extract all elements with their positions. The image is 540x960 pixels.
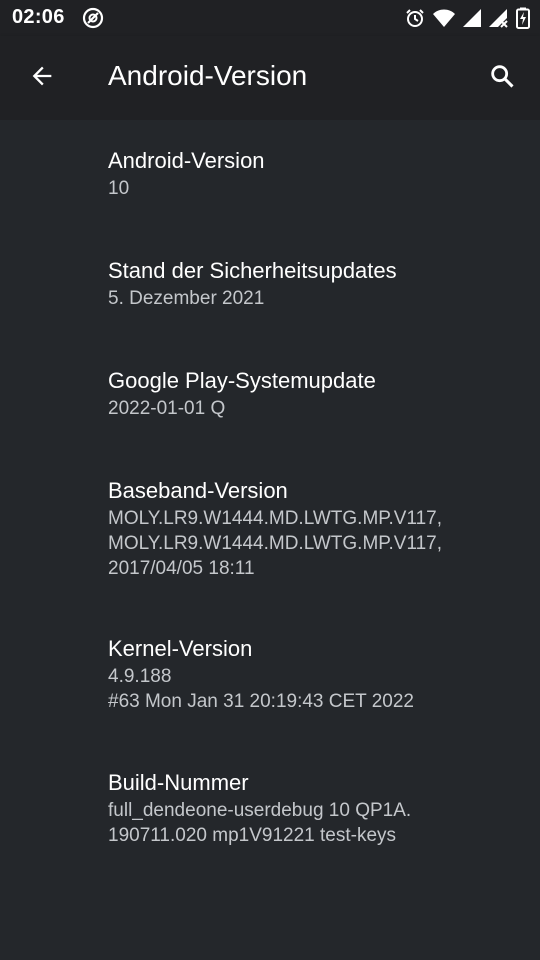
signal-x-icon bbox=[488, 7, 510, 29]
pref-summary: full_dendeone-userdebug 10 QP1A. 190711.… bbox=[108, 800, 412, 846]
pref-build-number[interactable]: Build-Nummer full_dendeone-userdebug 10 … bbox=[108, 768, 508, 848]
arrow-back-icon bbox=[28, 62, 56, 95]
search-button[interactable] bbox=[480, 56, 524, 100]
at-sign-icon bbox=[82, 7, 104, 29]
pref-android-version[interactable]: Android-Version 10 bbox=[108, 146, 508, 201]
pref-summary: 4.9.188 #63 Mon Jan 31 20:19:43 CET 2022 bbox=[108, 666, 414, 712]
pref-summary: 5. Dezember 2021 bbox=[108, 288, 265, 309]
back-button[interactable] bbox=[20, 56, 64, 100]
pref-title: Baseband-Version bbox=[108, 478, 288, 503]
pref-title: Android-Version bbox=[108, 148, 265, 173]
pref-summary: 10 bbox=[108, 178, 130, 199]
alarm-icon bbox=[404, 7, 426, 29]
pref-kernel-version[interactable]: Kernel-Version 4.9.188 #63 Mon Jan 31 20… bbox=[108, 634, 508, 714]
pref-title: Stand der Sicherheitsupdates bbox=[108, 258, 397, 283]
preference-list: Android-Version 10 Stand der Sicherheits… bbox=[0, 120, 540, 960]
status-icons bbox=[404, 6, 530, 30]
pref-summary: MOLY.LR9.W1444.MD.LWTG.MP.V117, MOLY.LR9… bbox=[108, 508, 443, 579]
battery-charging-icon bbox=[516, 7, 530, 29]
app-bar: Android-Version bbox=[0, 36, 540, 120]
pref-title: Google Play-Systemupdate bbox=[108, 368, 376, 393]
status-time: 02:06 bbox=[12, 6, 65, 28]
pref-play-system-update[interactable]: Google Play-Systemupdate 2022-01-01 Q bbox=[108, 366, 508, 421]
pref-security-update[interactable]: Stand der Sicherheitsupdates 5. Dezember… bbox=[108, 256, 508, 311]
pref-summary: 2022-01-01 Q bbox=[108, 398, 226, 419]
signal-icon bbox=[462, 7, 482, 29]
status-bar: 02:06 bbox=[0, 0, 540, 36]
pref-title: Kernel-Version bbox=[108, 636, 253, 661]
pref-title: Build-Nummer bbox=[108, 770, 249, 795]
search-icon bbox=[488, 62, 516, 95]
wifi-icon bbox=[432, 7, 456, 29]
pref-baseband-version[interactable]: Baseband-Version MOLY.LR9.W1444.MD.LWTG.… bbox=[108, 476, 508, 581]
page-title: Android-Version bbox=[108, 60, 308, 91]
